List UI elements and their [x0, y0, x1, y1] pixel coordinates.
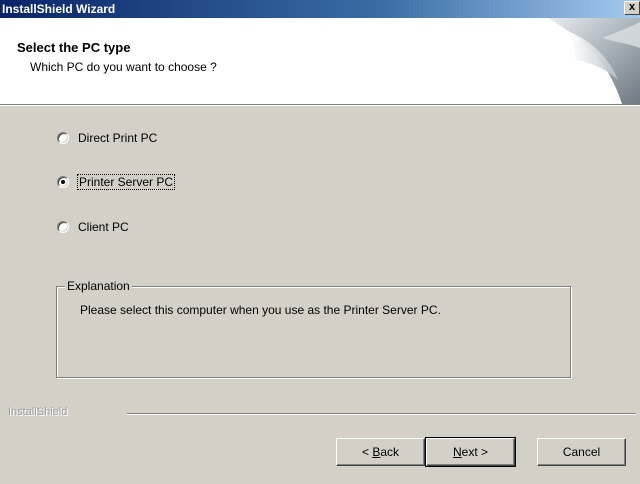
back-button[interactable]: < Back — [336, 438, 425, 466]
page-heading: Select the PC type — [17, 40, 131, 55]
wizard-corner-graphic — [548, 18, 640, 104]
title-bar[interactable]: InstallShield Wizard x — [0, 0, 640, 18]
cancel-button[interactable]: Cancel — [537, 438, 626, 466]
explanation-text: Please select this computer when you use… — [80, 303, 441, 317]
radio-direct-print-pc[interactable] — [57, 132, 69, 144]
option-printer-server-pc[interactable]: Printer Server PC — [57, 173, 176, 191]
option-label[interactable]: Printer Server PC — [76, 174, 176, 190]
option-client-pc[interactable]: Client PC — [57, 218, 129, 236]
window-title: InstallShield Wizard — [2, 2, 116, 16]
header-divider — [0, 104, 640, 106]
radio-printer-server-pc[interactable] — [57, 176, 69, 188]
installshield-wizard-window: InstallShield Wizard x Select the PC typ… — [0, 0, 640, 484]
page-subheading: Which PC do you want to choose ? — [30, 60, 217, 74]
option-direct-print-pc[interactable]: Direct Print PC — [57, 129, 157, 147]
installshield-brand: InstallShield — [8, 406, 68, 418]
radio-client-pc[interactable] — [57, 221, 69, 233]
footer-divider — [127, 413, 636, 415]
option-label[interactable]: Client PC — [78, 220, 129, 234]
explanation-legend: Explanation — [65, 279, 132, 293]
next-button[interactable]: Next > — [425, 437, 516, 467]
close-icon: x — [628, 1, 636, 13]
explanation-group: Explanation Please select this computer … — [56, 279, 571, 378]
close-button[interactable]: x — [624, 1, 640, 15]
wizard-header: Select the PC type Which PC do you want … — [0, 18, 640, 104]
option-label[interactable]: Direct Print PC — [78, 131, 157, 145]
